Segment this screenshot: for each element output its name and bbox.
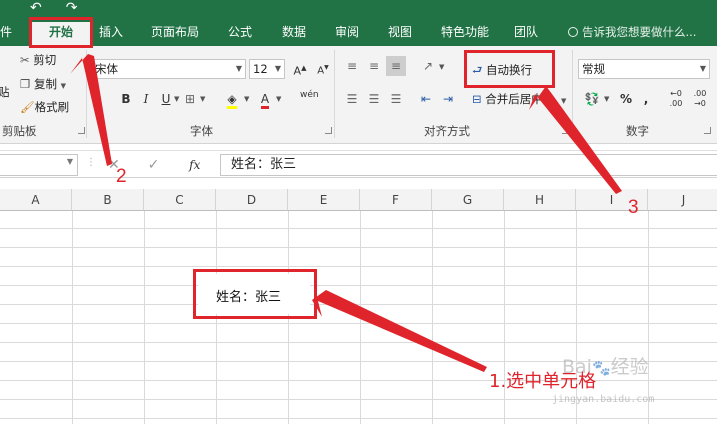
- annotation-step-2: 2: [116, 166, 127, 187]
- arrow-2: [70, 54, 112, 166]
- watermark-url: jingyan.baidu.com: [552, 394, 655, 405]
- annotation-step-3: 3: [628, 197, 639, 218]
- arrow-3: [529, 86, 622, 194]
- arrow-1: [312, 290, 487, 372]
- watermark-logo: Bai🐾经验: [562, 356, 649, 378]
